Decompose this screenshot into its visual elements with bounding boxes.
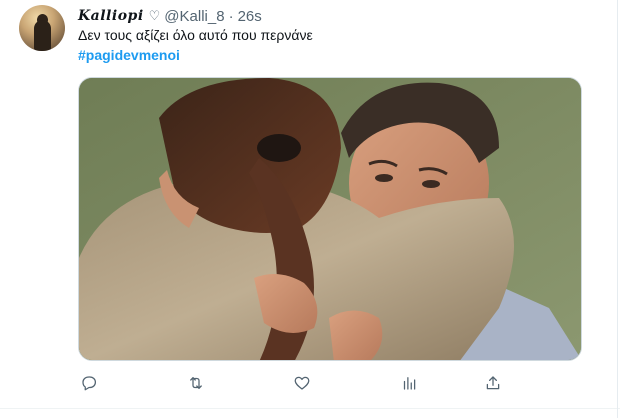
retweet-button[interactable] xyxy=(185,372,207,394)
reply-button[interactable] xyxy=(78,372,100,394)
analytics-icon xyxy=(403,377,416,390)
avatar[interactable] xyxy=(19,5,65,51)
like-button[interactable] xyxy=(291,372,313,394)
author-name-heart: ♡ xyxy=(148,8,161,23)
tweet-header: 𝑲𝒂𝒍𝒍𝒊𝒐𝒑𝒊 ♡ @Kalli_8 · 26s xyxy=(78,6,262,26)
author-name[interactable]: 𝑲𝒂𝒍𝒍𝒊𝒐𝒑𝒊 xyxy=(78,8,144,24)
timeline-border xyxy=(617,0,618,418)
tweet-photo[interactable] xyxy=(78,77,582,361)
tweet-actions xyxy=(78,372,528,396)
reply-icon xyxy=(82,376,97,391)
tweet[interactable]: 𝑲𝒂𝒍𝒍𝒊𝒐𝒑𝒊 ♡ @Kalli_8 · 26s Δεν τους αξίζε… xyxy=(0,0,620,418)
photo-hug-scene xyxy=(79,78,581,360)
avatar-figure xyxy=(34,20,51,51)
analytics-button[interactable] xyxy=(398,372,420,394)
tweet-time[interactable]: 26s xyxy=(238,8,262,25)
tweet-text: Δεν τους αξίζει όλο αυτό που περνάνε xyxy=(78,27,313,43)
separator-dot: · xyxy=(228,7,234,25)
author-handle[interactable]: @Kalli_8 xyxy=(164,8,224,25)
share-icon xyxy=(486,376,500,390)
like-icon xyxy=(294,376,310,390)
retweet-icon xyxy=(190,377,202,389)
share-button[interactable] xyxy=(482,372,504,394)
tweet-divider xyxy=(0,408,620,409)
hashtag-link[interactable]: #pagidevmenoi xyxy=(78,47,180,63)
